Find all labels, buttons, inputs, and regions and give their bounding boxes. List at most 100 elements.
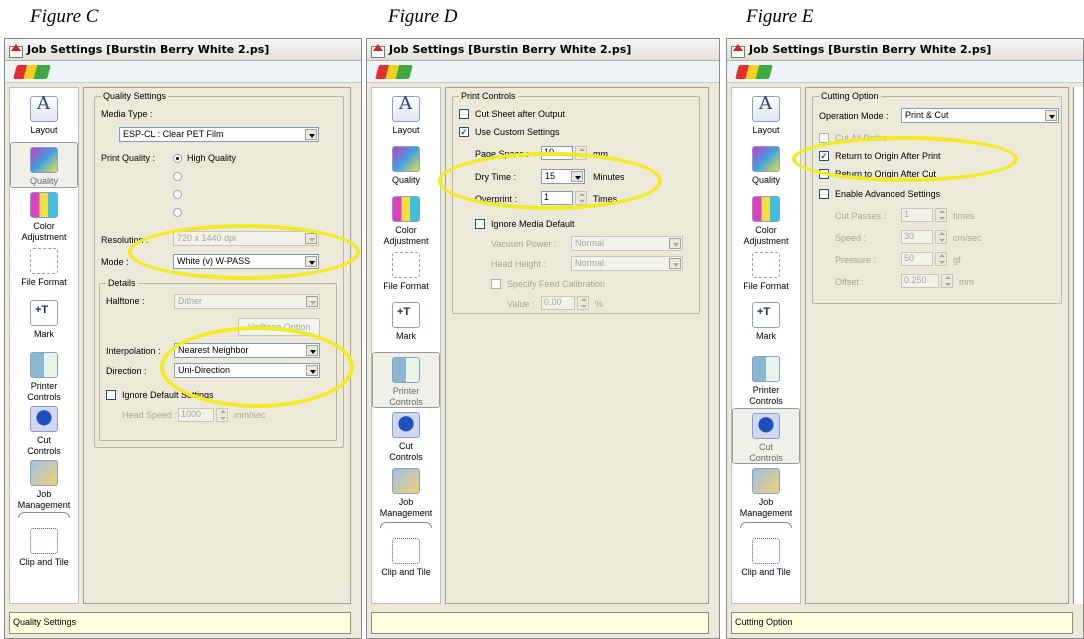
sidebar-item-cut-controls[interactable]: Cut Controls — [10, 406, 78, 457]
clip-and-tile-icon — [752, 538, 780, 564]
sidebar-scroll-indicator[interactable] — [380, 522, 432, 528]
sidebar-item-clip-and-tile[interactable]: Clip and Tile — [372, 538, 440, 578]
figure-e-label: Figure E — [746, 6, 814, 27]
sidebar-item-file-format[interactable]: File Format — [372, 252, 440, 292]
cut-passes-input[interactable]: 1 — [901, 208, 933, 222]
sidebar-item-cut-controls[interactable]: Cut Controls — [732, 408, 800, 464]
use-custom-checkbox[interactable]: ✓ — [459, 127, 469, 137]
sidebar-item-color-adjustment[interactable]: Color Adjustment — [10, 192, 78, 243]
sidebar-item-printer-controls[interactable]: Printer Controls — [10, 352, 78, 403]
details-title: Details — [106, 278, 138, 288]
sidebar-item-mark[interactable]: Mark — [732, 302, 800, 342]
file-format-icon — [30, 248, 58, 274]
sidebar-item-color-adjustment[interactable]: Color Adjustment — [732, 196, 800, 247]
right-ruler-strip — [1073, 87, 1083, 604]
offset-input[interactable]: 0.250 — [901, 274, 939, 288]
layout-icon — [392, 96, 420, 122]
speed-spinner[interactable] — [935, 230, 947, 244]
title-bar[interactable]: Job Settings [Burstin Berry White 2.ps] — [367, 39, 719, 61]
logo-bar — [367, 61, 719, 83]
quality-radio-2[interactable] — [173, 172, 182, 181]
status-bar: Quality Settings — [9, 612, 351, 634]
layout-icon — [752, 96, 780, 122]
value-unit: % — [595, 299, 604, 309]
cut-sheet-label: Cut Sheet after Output — [475, 109, 566, 119]
clip-and-tile-icon — [30, 528, 58, 554]
sidebar-item-file-format[interactable]: File Format — [10, 248, 78, 288]
quality-radio-3[interactable] — [173, 190, 182, 199]
sidebar-item-layout[interactable]: Layout — [732, 96, 800, 136]
sidebar: Layout Quality ColorAdjustment File Form… — [9, 87, 79, 604]
vacuum-power-select[interactable]: Normal — [571, 236, 683, 251]
sidebar-scroll-indicator[interactable] — [740, 522, 792, 528]
ignore-default-checkbox[interactable] — [106, 390, 116, 400]
pressure-spinner[interactable] — [935, 252, 947, 266]
operation-mode-label: Operation Mode : — [819, 111, 889, 121]
media-type-select[interactable]: ESP-CL : Clear PET Film — [119, 127, 319, 142]
value-input[interactable]: 0.00 — [541, 296, 575, 310]
job-management-icon — [752, 468, 780, 494]
job-management-icon — [392, 468, 420, 494]
color-adjustment-icon — [30, 192, 58, 218]
status-bar: Cutting Option — [731, 612, 1073, 634]
printer-controls-icon — [752, 356, 780, 382]
printer-controls-icon — [30, 352, 58, 378]
head-speed-input[interactable]: 1000 — [178, 408, 214, 422]
figure-e: Figure E Job Settings [Burstin Berry Whi… — [724, 0, 1084, 639]
sidebar-scroll-indicator[interactable] — [18, 512, 70, 518]
sidebar-item-printer-controls[interactable]: Printer Controls — [732, 356, 800, 407]
sidebar-item-job-management[interactable]: Job Management — [732, 468, 800, 519]
pressure-input[interactable]: 50 — [901, 252, 933, 266]
operation-mode-select[interactable]: Print & Cut — [901, 108, 1059, 123]
head-height-label: Head Height : — [491, 259, 547, 269]
sidebar-item-job-management[interactable]: Job Management — [372, 468, 440, 519]
pressure-unit: gf — [953, 255, 961, 265]
sidebar-item-layout[interactable]: Layout — [10, 96, 78, 136]
sidebar-item-mark[interactable]: Mark — [372, 302, 440, 342]
offset-spinner[interactable] — [941, 274, 953, 288]
high-quality-radio[interactable] — [173, 154, 182, 163]
figure-c: Figure C Job Settings [Burstin Berry Whi… — [0, 0, 362, 639]
sidebar-item-quality[interactable]: Quality — [10, 142, 78, 188]
ignore-media-checkbox[interactable] — [475, 219, 485, 229]
sidebar-item-mark[interactable]: Mark — [10, 300, 78, 340]
sidebar-item-job-management[interactable]: Job Management — [10, 460, 78, 511]
job-settings-window: Job Settings [Burstin Berry White 2.ps] … — [366, 38, 720, 639]
cut-controls-icon — [392, 412, 420, 438]
sidebar-item-printer-controls[interactable]: Printer Controls — [372, 352, 440, 408]
offset-label: Offset : — [835, 277, 864, 287]
chevron-down-icon — [669, 258, 681, 269]
speed-input[interactable]: 30 — [901, 230, 933, 244]
halftone-select[interactable]: Dither — [174, 294, 320, 309]
sidebar-item-quality[interactable]: Quality — [372, 146, 440, 186]
interpolation-label: Interpolation : — [106, 346, 161, 356]
mark-icon — [752, 302, 780, 328]
direction-label: Direction : — [106, 366, 147, 376]
cut-passes-label: Cut Passes : — [835, 211, 887, 221]
logo — [375, 65, 413, 79]
sidebar-item-clip-and-tile[interactable]: Clip and Tile — [10, 528, 78, 568]
sidebar-item-color-adjustment[interactable]: Color Adjustment — [372, 196, 440, 247]
quality-radio-4[interactable] — [173, 208, 182, 217]
title-bar[interactable]: Job Settings [Burstin Berry White 2.ps] — [5, 39, 361, 61]
enable-advanced-label: Enable Advanced Settings — [835, 189, 941, 199]
feed-calibration-checkbox[interactable] — [491, 279, 501, 289]
enable-advanced-checkbox[interactable] — [819, 189, 829, 199]
sidebar-item-cut-controls[interactable]: Cut Controls — [372, 412, 440, 463]
sidebar-item-layout[interactable]: Layout — [372, 96, 440, 136]
speed-unit: cm/sec — [953, 233, 982, 243]
cut-passes-spinner[interactable] — [935, 208, 947, 222]
title-bar[interactable]: Job Settings [Burstin Berry White 2.ps] — [727, 39, 1083, 61]
sidebar-item-clip-and-tile[interactable]: Clip and Tile — [732, 538, 800, 578]
head-speed-unit: mm/sec — [234, 410, 266, 420]
sidebar: Layout Quality ColorAdjustment File Form… — [371, 87, 441, 604]
cut-sheet-checkbox[interactable] — [459, 109, 469, 119]
sidebar-item-file-format[interactable]: File Format — [732, 252, 800, 292]
sidebar-item-quality[interactable]: Quality — [732, 146, 800, 186]
head-speed-spinner[interactable] — [216, 408, 228, 422]
figure-d-label: Figure D — [388, 6, 458, 27]
file-format-icon — [752, 252, 780, 278]
chevron-down-icon — [306, 296, 318, 307]
value-spinner[interactable] — [577, 296, 589, 310]
head-height-select[interactable]: Normal — [571, 256, 683, 271]
